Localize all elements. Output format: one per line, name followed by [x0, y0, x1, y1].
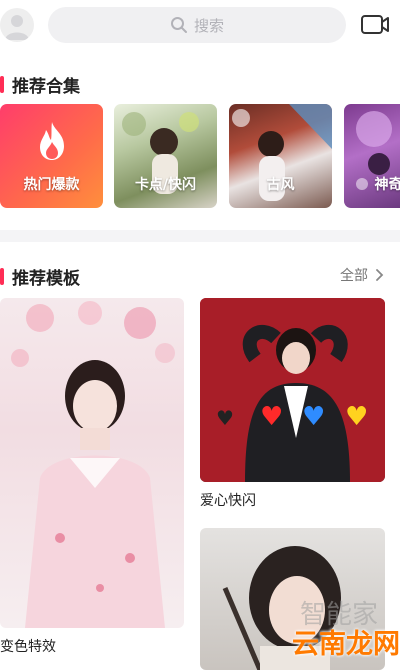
- heart-icon-yellow: ♥: [345, 402, 369, 432]
- template-label: 爱心快闪: [200, 493, 256, 509]
- section-divider: [0, 230, 400, 242]
- search-placeholder: 搜索: [193, 16, 224, 35]
- section-accent-bar: [0, 76, 4, 93]
- heart-icon-red: ♥: [260, 402, 284, 432]
- template-card-heart-flash[interactable]: ♥ ♥ ♥ ♥: [200, 298, 385, 482]
- section-title-templates: 推荐模板: [0, 264, 80, 289]
- search-bar[interactable]: 搜索: [48, 7, 346, 43]
- collection-card-ancient[interactable]: 古风: [229, 104, 332, 208]
- see-all-label: 全部: [340, 268, 368, 284]
- collection-card-beat[interactable]: 卡点/快闪: [114, 104, 217, 208]
- camera-icon[interactable]: [360, 12, 390, 38]
- template-thumbnail: [11, 301, 175, 628]
- see-all-link[interactable]: 全部: [340, 265, 386, 285]
- section-title-collections: 推荐合集: [0, 72, 80, 97]
- flame-icon: [34, 120, 70, 162]
- collection-card-hot[interactable]: 热门爆款: [0, 104, 103, 208]
- avatar[interactable]: [0, 8, 34, 42]
- collection-label: 热门爆款: [23, 177, 80, 193]
- template-thumbnail: [200, 298, 385, 482]
- template-label: 变色特效: [0, 639, 56, 655]
- chevron-right-icon: [376, 269, 384, 281]
- template-card-color-change[interactable]: [0, 298, 184, 628]
- collections-row: 热门爆款 卡点/快闪 古风 神奇特: [0, 104, 400, 210]
- templates-title: 推荐模板: [12, 269, 80, 289]
- collection-label: 卡点/快闪: [134, 177, 197, 193]
- watermark: 云南龙网: [292, 629, 400, 660]
- collection-label: 神奇特: [374, 177, 400, 193]
- collection-card-magic[interactable]: 神奇特: [344, 104, 400, 208]
- search-icon: [170, 16, 188, 34]
- top-bar: 搜索: [0, 0, 400, 50]
- collection-label: 古风: [266, 177, 295, 193]
- heart-icon-blue: ♥: [302, 402, 326, 432]
- heart-icon-black: ♥: [216, 406, 234, 430]
- avatar-icon: [5, 15, 29, 40]
- section-accent-bar: [0, 268, 4, 285]
- collections-title: 推荐合集: [12, 77, 80, 97]
